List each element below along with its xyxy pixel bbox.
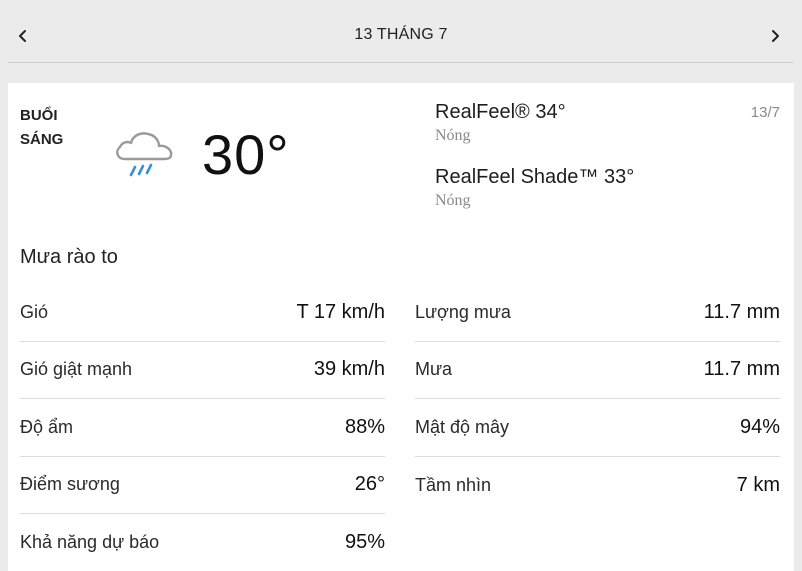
detail-label: Lượng mưa <box>415 301 511 322</box>
weather-description: Mưa rào to <box>20 246 118 268</box>
detail-row-wind: Gió T 17 km/h <box>20 284 385 342</box>
detail-value: 39 km/h <box>313 358 385 381</box>
detail-value: 88% <box>344 415 385 438</box>
detail-label: Mật độ mây <box>415 416 510 437</box>
detail-row-wind-gusts: Gió giật mạnh 39 km/h <box>20 342 385 399</box>
detail-row-rain: Mưa 11.7 mm <box>415 342 780 399</box>
period-label: BUỔI SÁNG <box>20 104 100 152</box>
realfeel-shade-phrase: Nóng <box>435 192 471 209</box>
detail-value: 94% <box>739 415 780 438</box>
details-right-column: Lượng mưa 11.7 mm Mưa 11.7 mm Mật độ mây… <box>415 284 780 514</box>
detail-value: T 17 km/h <box>296 300 385 323</box>
realfeel-value: RealFeel® 34° <box>435 101 566 123</box>
detail-row-cloud-cover: Mật độ mây 94% <box>415 399 780 457</box>
realfeel-panel: RealFeel® 34° Nóng RealFeel Shade™ 33° N… <box>435 99 634 229</box>
detail-row-probability: Khả năng dự báo 95% <box>20 514 385 571</box>
short-date: 13/7 <box>750 104 780 121</box>
detail-value: 11.7 mm <box>703 358 780 381</box>
detail-row-dew-point: Điểm sương 26° <box>20 457 385 514</box>
detail-label: Khả năng dự báo <box>20 532 160 553</box>
detail-label: Điểm sương <box>20 474 120 495</box>
chevron-right-icon <box>772 30 779 42</box>
selected-date: 13 THÁNG 7 <box>354 26 448 43</box>
header-divider <box>8 62 794 63</box>
detail-value: 26° <box>354 473 385 496</box>
detail-value: 11.7 mm <box>703 300 780 323</box>
detail-value: 95% <box>344 531 385 554</box>
rain-cloud-icon <box>116 132 173 177</box>
detail-label: Mưa <box>415 359 453 380</box>
forecast-card: BUỔI SÁNG 30° RealFeel® 34° Nóng RealFee… <box>8 83 794 571</box>
date-navigation-bar: 13 THÁNG 7 <box>0 0 802 72</box>
detail-row-visibility: Tầm nhìn 7 km <box>415 457 780 515</box>
detail-row-humidity: Độ ẩm 88% <box>20 399 385 457</box>
next-day-button[interactable] <box>761 22 789 50</box>
temperature: 30° <box>202 123 290 186</box>
realfeel-phrase: Nóng <box>435 127 471 144</box>
detail-row-precipitation: Lượng mưa 11.7 mm <box>415 284 780 342</box>
detail-label: Tầm nhìn <box>415 474 492 495</box>
detail-label: Độ ẩm <box>20 416 74 437</box>
detail-label: Gió giật mạnh <box>20 359 133 380</box>
realfeel-shade-value: RealFeel Shade™ 33° <box>435 166 635 188</box>
detail-label: Gió <box>20 301 49 322</box>
detail-value: 7 km <box>736 473 780 496</box>
period-label-line-2: SÁNG <box>20 131 64 148</box>
period-label-line-1: BUỔI <box>20 107 58 124</box>
details-left-column: Gió T 17 km/h Gió giật mạnh 39 km/h Độ ẩ… <box>20 284 385 571</box>
